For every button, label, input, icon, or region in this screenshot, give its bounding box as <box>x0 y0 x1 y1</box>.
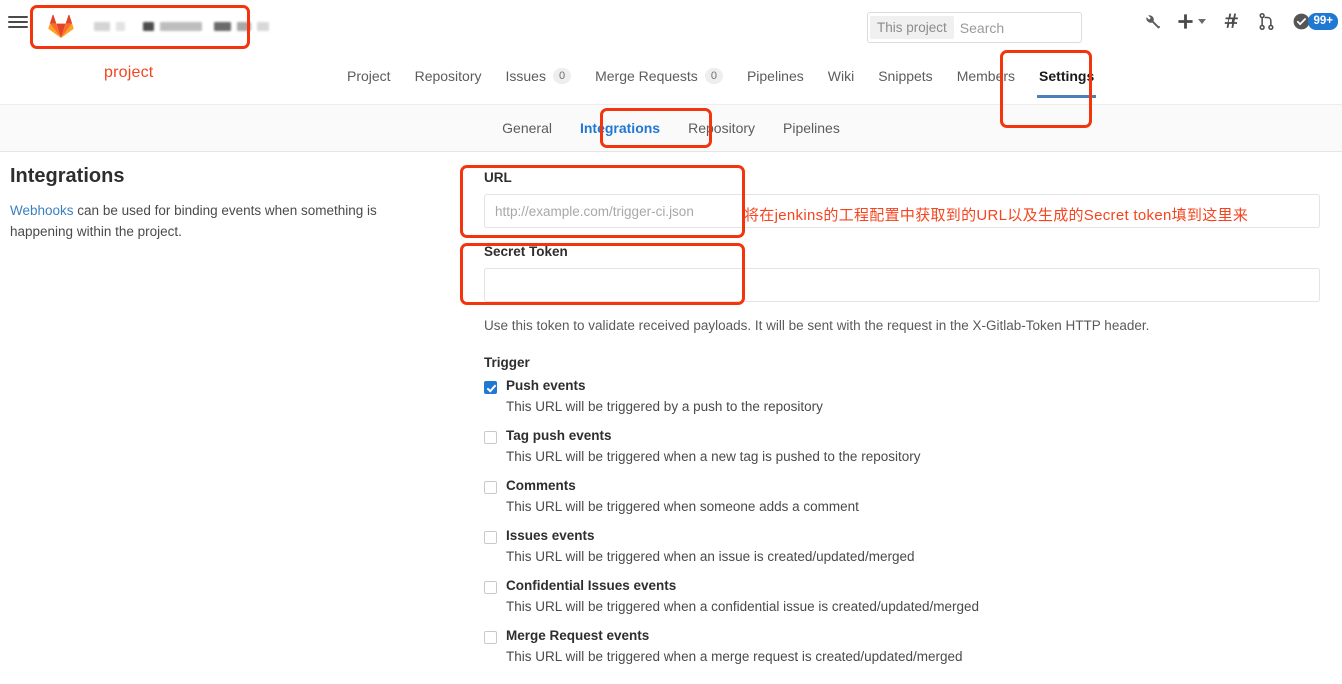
webhooks-link[interactable]: Webhooks <box>10 203 74 218</box>
nav-label: Issues <box>505 68 546 84</box>
todo-count-badge: 99+ <box>1308 13 1338 30</box>
comments-checkbox[interactable] <box>484 481 497 494</box>
trigger-row-issues-events[interactable]: Issues events <box>484 528 1324 544</box>
push-events-checkbox[interactable] <box>484 381 497 394</box>
issues-count-badge: 0 <box>552 68 572 84</box>
trigger-label: Tag push events <box>506 428 612 443</box>
trigger-description: This URL will be triggered when someone … <box>506 499 859 514</box>
todos-check-icon[interactable]: 99+ <box>1292 12 1338 31</box>
trigger-description: This URL will be triggered when a new ta… <box>506 449 921 464</box>
secret-token-input[interactable] <box>484 268 1320 302</box>
issues-events-checkbox[interactable] <box>484 531 497 544</box>
nav-label: Merge Requests <box>595 68 698 84</box>
nav-item-members[interactable]: Members <box>945 62 1027 98</box>
nav-item-pipelines[interactable]: Pipelines <box>735 62 816 98</box>
trigger-section-title: Trigger <box>484 355 530 370</box>
trigger-row-push-events[interactable]: Push events <box>484 378 1324 394</box>
trigger-description: This URL will be triggered when a confid… <box>506 599 980 614</box>
top-navigation-bar: project Project Repository Issues 0 Merg… <box>0 0 1342 98</box>
trigger-row-confidential-issues-events[interactable]: Confidential Issues events <box>484 578 1324 594</box>
chevron-down-icon[interactable] <box>1198 19 1207 24</box>
url-label: URL <box>484 170 512 185</box>
nav-item-project[interactable]: Project <box>335 62 403 98</box>
merge-requests-count-badge: 0 <box>704 68 723 84</box>
top-icon-tray: 99+ <box>1142 12 1338 31</box>
plus-icon[interactable] <box>1177 13 1207 30</box>
trigger-description: This URL will be triggered when an issue… <box>506 549 915 564</box>
hamburger-icon[interactable] <box>8 16 28 28</box>
trigger-row-comments[interactable]: Comments <box>484 478 1324 494</box>
subnav-item-integrations[interactable]: Integrations <box>566 114 674 142</box>
trigger-label: Push events <box>506 378 586 393</box>
trigger-label: Confidential Issues events <box>506 578 677 593</box>
nav-label: Repository <box>414 68 482 84</box>
secret-token-label: Secret Token <box>484 244 568 259</box>
search-box[interactable]: This project <box>867 12 1147 43</box>
integrations-intro: Integrations Webhooks can be used for bi… <box>10 165 440 242</box>
subnav-item-pipelines[interactable]: Pipelines <box>769 114 854 142</box>
annotation-note-text: 将在jenkins的工程配置中获取到的URL以及生成的Secret token填… <box>744 207 1249 224</box>
trigger-list: Push events This URL will be triggered b… <box>484 378 1324 664</box>
nav-item-merge-requests[interactable]: Merge Requests 0 <box>583 62 735 98</box>
nav-item-issues[interactable]: Issues 0 <box>494 62 584 98</box>
nav-label: Snippets <box>878 68 933 84</box>
integrations-description: Webhooks can be used for binding events … <box>10 200 440 242</box>
trigger-label: Issues events <box>506 528 595 543</box>
nav-label: Members <box>956 68 1016 84</box>
nav-label: Wiki <box>827 68 855 84</box>
merge-request-events-checkbox[interactable] <box>484 631 497 644</box>
tag-push-events-checkbox[interactable] <box>484 431 497 444</box>
trigger-row-merge-request-events[interactable]: Merge Request events <box>484 628 1324 644</box>
nav-label: Settings <box>1039 68 1095 84</box>
search-input[interactable] <box>953 19 1147 36</box>
trigger-row-tag-push-events[interactable]: Tag push events <box>484 428 1324 444</box>
subnav-item-general[interactable]: General <box>488 114 566 142</box>
webhook-form: URL Secret Token Use this token to valid… <box>484 170 1324 678</box>
wrench-icon[interactable] <box>1142 12 1161 31</box>
merge-request-icon[interactable] <box>1257 12 1276 31</box>
nav-item-snippets[interactable]: Snippets <box>866 62 944 98</box>
nav-label: Pipelines <box>746 68 804 84</box>
settings-sub-nav: General Integrations Repository Pipeline… <box>0 104 1342 152</box>
nav-label: Project <box>347 68 391 84</box>
secret-token-field-group: Secret Token <box>484 244 1324 302</box>
project-main-nav: Project Repository Issues 0 Merge Reques… <box>335 62 1106 98</box>
redacted-breadcrumb-text <box>94 21 269 31</box>
nav-item-repository[interactable]: Repository <box>403 62 494 98</box>
page-title: Integrations <box>10 165 125 187</box>
trigger-description: This URL will be triggered when a merge … <box>506 649 963 664</box>
project-annotation-label: project <box>104 64 154 81</box>
search-scope-label: This project <box>870 16 954 39</box>
issues-hash-icon[interactable] <box>1222 12 1241 31</box>
secret-token-help-text: Use this token to validate received payl… <box>484 318 1150 333</box>
trigger-label: Merge Request events <box>506 628 650 643</box>
subnav-item-repository[interactable]: Repository <box>674 114 769 142</box>
breadcrumb[interactable] <box>38 11 279 41</box>
gitlab-fox-logo[interactable] <box>48 14 74 38</box>
trigger-label: Comments <box>506 478 576 493</box>
nav-item-settings[interactable]: Settings <box>1027 62 1106 98</box>
nav-item-wiki[interactable]: Wiki <box>816 62 866 98</box>
confidential-issues-events-checkbox[interactable] <box>484 581 497 594</box>
trigger-description: This URL will be triggered by a push to … <box>506 399 823 414</box>
